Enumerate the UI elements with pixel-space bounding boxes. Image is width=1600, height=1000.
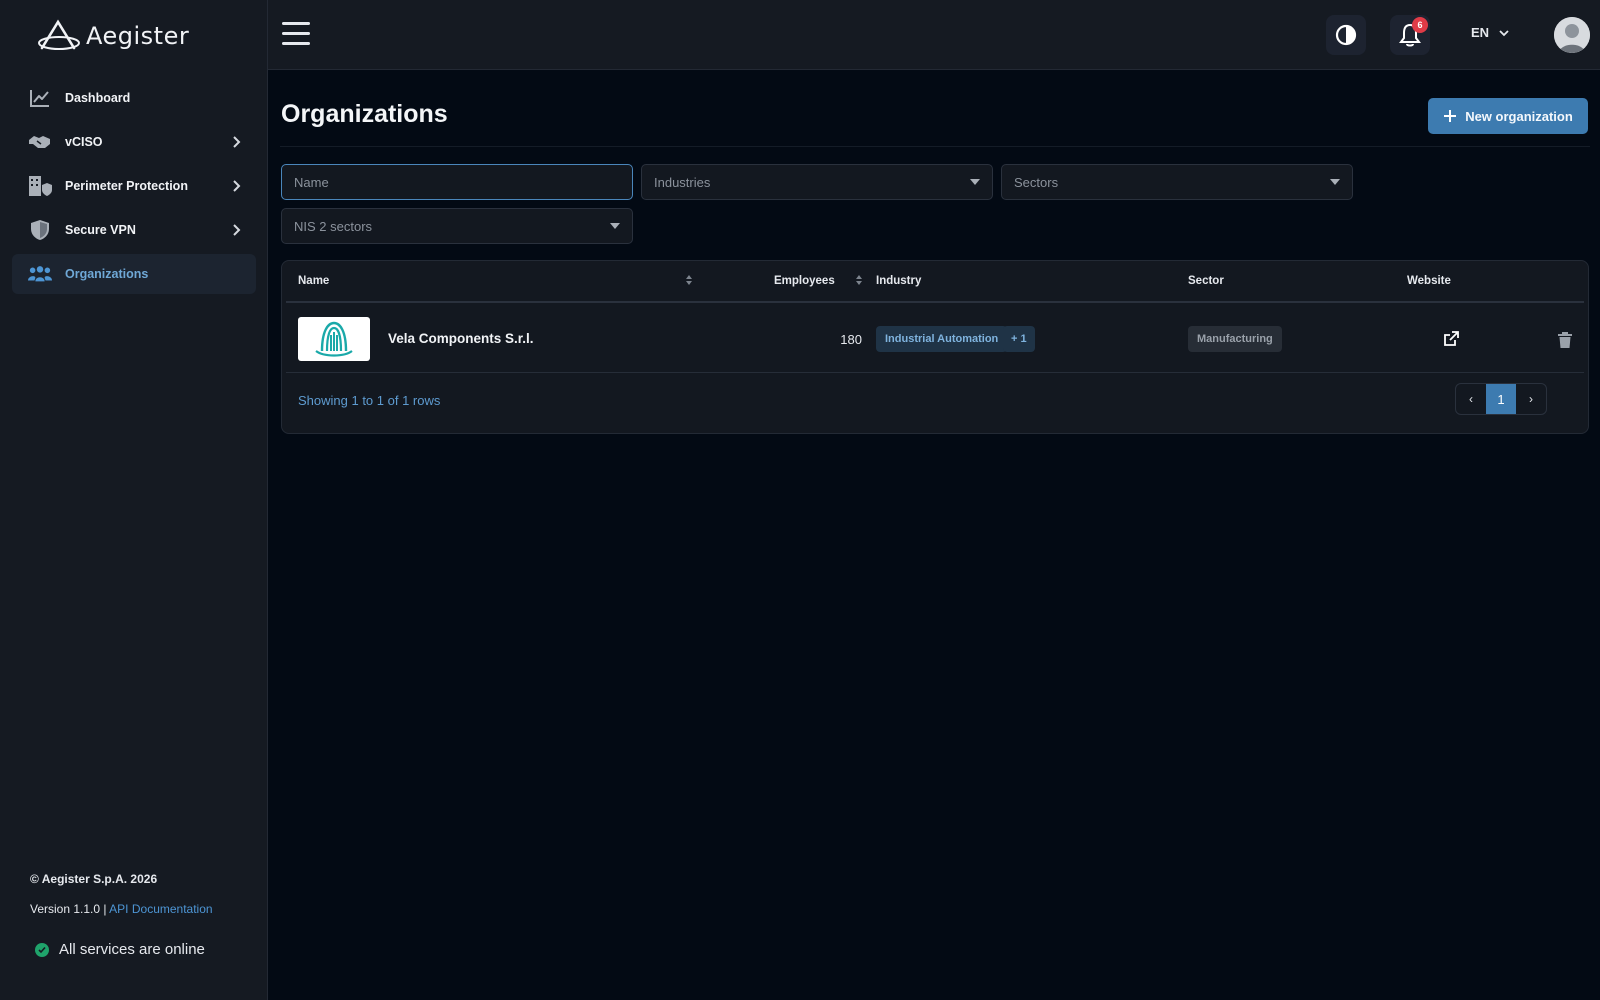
sidebar-item-dashboard[interactable]: Dashboard bbox=[12, 78, 256, 118]
shield-icon bbox=[28, 218, 52, 242]
sidebar-item-label: Dashboard bbox=[65, 91, 131, 105]
handshake-icon bbox=[28, 130, 52, 154]
chevron-right-icon bbox=[233, 180, 241, 192]
sort-icon[interactable] bbox=[686, 275, 692, 285]
column-header-name[interactable]: Name bbox=[298, 275, 329, 287]
sidebar-item-organizations[interactable]: Organizations bbox=[12, 254, 256, 294]
chart-line-icon bbox=[28, 86, 52, 110]
building-shield-icon bbox=[28, 174, 52, 198]
copyright: © Aegister S.p.A. 2026 bbox=[30, 872, 158, 886]
main-content: Organizations New organization Industrie… bbox=[268, 70, 1600, 1000]
nis2-sectors-select[interactable]: NIS 2 sectors bbox=[281, 208, 633, 244]
avatar[interactable] bbox=[1554, 17, 1590, 53]
sectors-placeholder: Sectors bbox=[1014, 174, 1059, 190]
industries-placeholder: Industries bbox=[654, 174, 711, 190]
industry-more-tag[interactable]: + 1 bbox=[1003, 326, 1035, 352]
caret-down-icon bbox=[610, 223, 620, 229]
plus-icon bbox=[1444, 110, 1457, 122]
status-check-icon bbox=[35, 942, 49, 957]
page-1-button[interactable]: 1 bbox=[1486, 384, 1516, 414]
table-row[interactable]: Vela Components S.r.l. 180 Industrial Au… bbox=[286, 305, 1584, 373]
version-text: Version 1.1.0 | bbox=[30, 902, 107, 916]
employees-count: 180 bbox=[840, 332, 862, 347]
topbar: 6 EN bbox=[268, 0, 1600, 70]
industries-select[interactable]: Industries bbox=[641, 164, 993, 200]
user-avatar-icon bbox=[1554, 17, 1590, 53]
previous-page-button[interactable]: ‹ bbox=[1456, 384, 1486, 414]
external-link-icon[interactable] bbox=[1443, 331, 1459, 347]
nis2-placeholder: NIS 2 sectors bbox=[294, 218, 373, 234]
version-line: Version 1.1.0 | API Documentation bbox=[30, 902, 213, 916]
theme-toggle-button[interactable] bbox=[1326, 15, 1366, 55]
rows-summary: Showing 1 to 1 of 1 rows bbox=[298, 393, 441, 408]
chevron-right-icon bbox=[233, 224, 241, 236]
chevron-down-icon bbox=[1499, 29, 1509, 36]
table-header: Name Employees Industry Sector Website bbox=[286, 261, 1584, 303]
column-header-industry: Industry bbox=[876, 275, 922, 287]
caret-down-icon bbox=[970, 179, 980, 185]
sort-icon[interactable] bbox=[856, 275, 862, 285]
sidebar-item-label: Perimeter Protection bbox=[65, 179, 188, 193]
contrast-icon bbox=[1335, 24, 1357, 46]
sidebar-footer: © Aegister S.p.A. 2026 Version 1.1.0 | A… bbox=[30, 872, 213, 916]
next-page-button[interactable]: › bbox=[1516, 384, 1546, 414]
sidebar-item-vciso[interactable]: vCISO bbox=[12, 122, 256, 162]
sidebar-item-label: vCISO bbox=[65, 135, 103, 149]
sidebar-item-label: Organizations bbox=[65, 267, 149, 281]
menu-toggle-icon[interactable] bbox=[282, 22, 310, 46]
organization-name[interactable]: Vela Components S.r.l. bbox=[388, 331, 534, 346]
name-filter-field[interactable] bbox=[281, 164, 633, 200]
people-group-icon bbox=[28, 262, 52, 286]
brand-name: Aegister bbox=[86, 22, 190, 50]
aegister-logo-icon bbox=[38, 19, 80, 50]
column-header-sector: Sector bbox=[1188, 275, 1224, 287]
column-header-website: Website bbox=[1407, 275, 1451, 287]
page-title: Organizations bbox=[281, 100, 448, 128]
industry-tag: Industrial Automation bbox=[876, 326, 1008, 352]
sidebar-item-perimeter-protection[interactable]: Perimeter Protection bbox=[12, 166, 256, 206]
sidebar-nav: Dashboard vCISO Perimeter Protection Sec… bbox=[12, 78, 256, 298]
language-selector[interactable]: EN bbox=[1471, 25, 1509, 40]
chevron-right-icon bbox=[233, 136, 241, 148]
new-organization-label: New organization bbox=[1465, 108, 1573, 124]
trash-icon[interactable] bbox=[1557, 331, 1573, 349]
organization-logo bbox=[298, 317, 370, 361]
status-text: All services are online bbox=[59, 941, 205, 958]
column-header-employees[interactable]: Employees bbox=[774, 275, 835, 287]
sectors-select[interactable]: Sectors bbox=[1001, 164, 1353, 200]
sector-tag: Manufacturing bbox=[1188, 326, 1282, 352]
name-filter-input[interactable] bbox=[294, 174, 632, 190]
notifications-button[interactable]: 6 bbox=[1390, 15, 1430, 55]
organization-logo-icon bbox=[315, 321, 353, 357]
api-documentation-link[interactable]: API Documentation bbox=[109, 902, 212, 916]
language-label: EN bbox=[1471, 25, 1490, 40]
sidebar-item-secure-vpn[interactable]: Secure VPN bbox=[12, 210, 256, 250]
service-status: All services are online bbox=[35, 941, 205, 958]
organizations-table: Name Employees Industry Sector Website V… bbox=[281, 260, 1589, 434]
brand-logo[interactable]: Aegister bbox=[38, 18, 189, 54]
sidebar-item-label: Secure VPN bbox=[65, 223, 136, 237]
pagination: ‹ 1 › bbox=[1455, 383, 1547, 415]
sidebar: Aegister Dashboard vCISO Perimeter Prote… bbox=[0, 0, 268, 1000]
caret-down-icon bbox=[1330, 179, 1340, 185]
notifications-badge: 6 bbox=[1412, 17, 1428, 33]
divider bbox=[280, 146, 1590, 147]
new-organization-button[interactable]: New organization bbox=[1428, 98, 1588, 134]
